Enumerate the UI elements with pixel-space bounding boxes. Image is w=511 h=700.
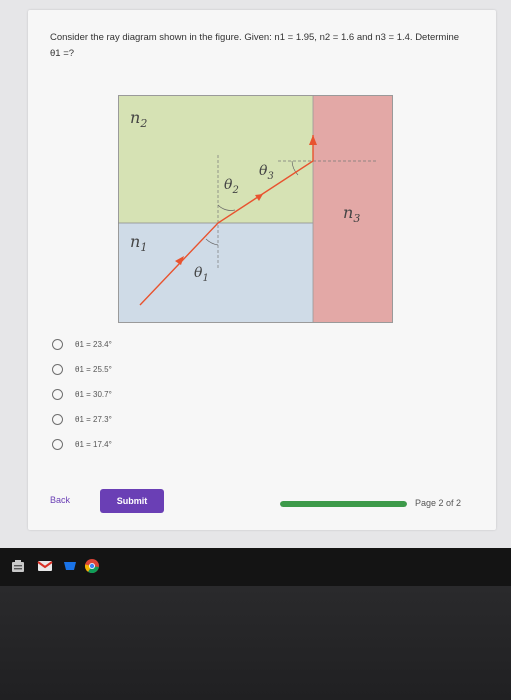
progress-fill	[280, 501, 407, 507]
option-label: θ1 = 30.7°	[75, 390, 112, 399]
app-icon[interactable]	[62, 558, 78, 574]
answer-options: θ1 = 23.4° θ1 = 25.5° θ1 = 30.7° θ1 = 27…	[52, 332, 112, 457]
submit-button[interactable]: Submit	[100, 489, 164, 513]
files-icon[interactable]	[10, 558, 26, 574]
option-label: θ1 = 25.5°	[75, 365, 112, 374]
radio-button[interactable]	[52, 439, 63, 450]
n2-region	[118, 95, 313, 223]
radio-button[interactable]	[52, 364, 63, 375]
option-2[interactable]: θ1 = 25.5°	[52, 357, 112, 382]
radio-button[interactable]	[52, 339, 63, 350]
question-text: Consider the ray diagram shown in the fi…	[50, 32, 460, 59]
option-5[interactable]: θ1 = 17.4°	[52, 432, 112, 457]
option-4[interactable]: θ1 = 27.3°	[52, 407, 112, 432]
gmail-icon[interactable]	[37, 558, 53, 574]
option-1[interactable]: θ1 = 23.4°	[52, 332, 112, 357]
radio-button[interactable]	[52, 414, 63, 425]
progress-bar	[280, 501, 407, 507]
option-3[interactable]: θ1 = 30.7°	[52, 382, 112, 407]
back-button[interactable]: Back	[46, 490, 82, 510]
option-label: θ1 = 23.4°	[75, 340, 112, 349]
option-label: θ1 = 27.3°	[75, 415, 112, 424]
radio-button[interactable]	[52, 389, 63, 400]
chrome-icon[interactable]	[84, 558, 100, 574]
ray-diagram: n2 n1 n3 θ1 θ2 θ3	[118, 95, 393, 323]
laptop-bezel	[0, 586, 511, 700]
taskbar	[0, 548, 511, 586]
option-label: θ1 = 17.4°	[75, 440, 112, 449]
page-indicator: Page 2 of 2	[415, 498, 462, 508]
browser-viewport: Consider the ray diagram shown in the fi…	[0, 0, 511, 548]
n1-region	[118, 223, 313, 323]
